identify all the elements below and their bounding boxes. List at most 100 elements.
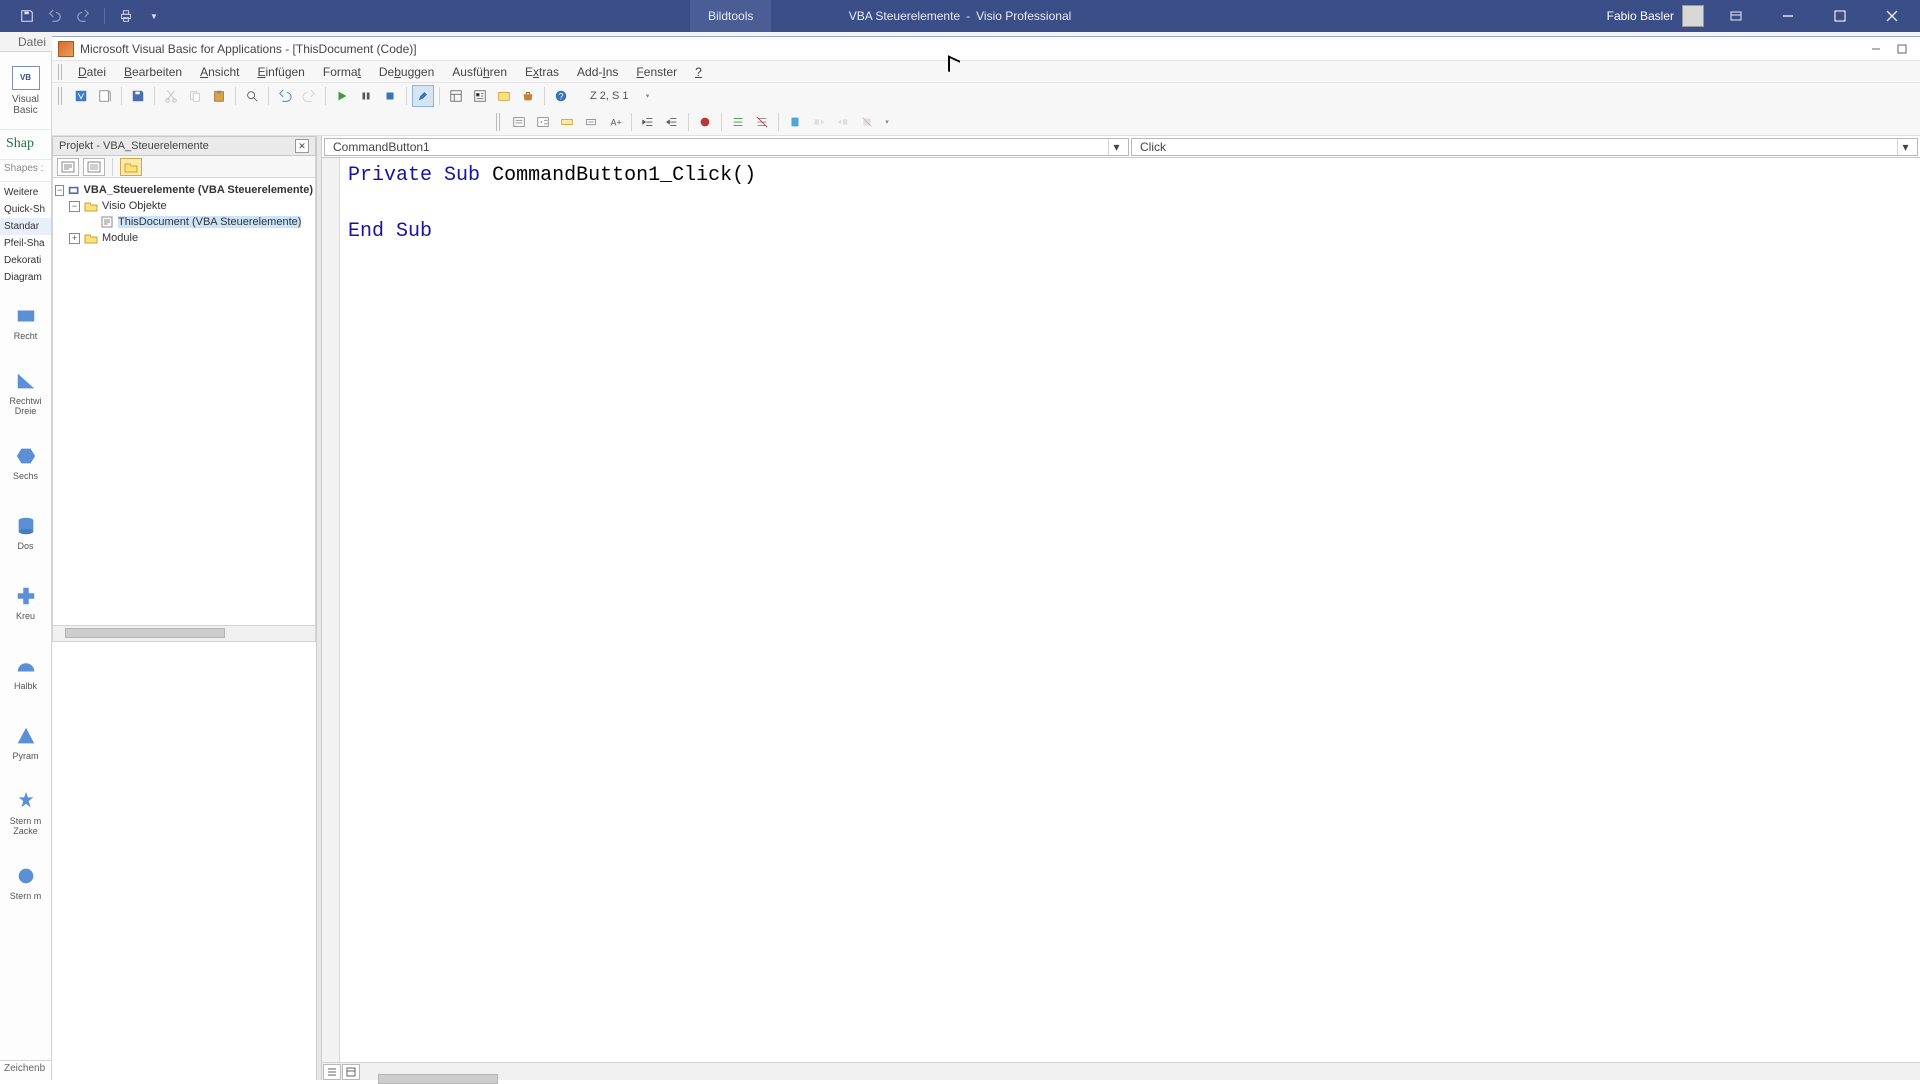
toggle-folders-icon[interactable]: [120, 158, 142, 176]
print-icon[interactable]: [117, 7, 135, 25]
toolbar-overflow[interactable]: [645, 85, 651, 107]
account-button[interactable]: Fabio Basler: [1607, 5, 1704, 27]
shape-rectangle[interactable]: Recht: [0, 288, 51, 358]
qat-customize-icon[interactable]: ▼: [145, 7, 163, 25]
menu-window[interactable]: Fenster: [628, 63, 685, 81]
find-icon[interactable]: [241, 85, 263, 107]
stencil-item[interactable]: Dekorati: [0, 252, 51, 269]
toolbar-grip[interactable]: [496, 113, 502, 131]
close-icon[interactable]: ✕: [295, 139, 309, 153]
list-constants-icon[interactable]: [532, 111, 554, 133]
chevron-down-icon[interactable]: ▾: [1897, 139, 1913, 155]
procedure-dropdown[interactable]: Click ▾: [1131, 138, 1918, 156]
copy-icon[interactable]: [184, 85, 206, 107]
save-icon[interactable]: [18, 7, 36, 25]
toolbar-overflow[interactable]: [884, 111, 890, 133]
cut-icon[interactable]: [160, 85, 182, 107]
project-explorer-icon[interactable]: [445, 85, 467, 107]
menu-insert[interactable]: Einfügen: [249, 63, 312, 81]
reset-icon[interactable]: [379, 85, 401, 107]
comment-block-icon[interactable]: [727, 111, 749, 133]
properties-icon[interactable]: [469, 85, 491, 107]
contextual-tab[interactable]: Bildtools: [690, 0, 771, 32]
redo-icon[interactable]: [74, 7, 92, 25]
menu-format[interactable]: Format: [315, 63, 369, 81]
thisdocument-item[interactable]: ThisDocument (VBA Steuerelemente): [55, 214, 313, 230]
sheet-tab[interactable]: Zeichenb: [0, 1060, 51, 1080]
parameter-info-icon[interactable]: [580, 111, 602, 133]
stencil-item[interactable]: Quick-Sh: [0, 201, 51, 218]
save-icon[interactable]: [127, 85, 149, 107]
menu-tools[interactable]: Extras: [517, 63, 567, 81]
vba-titlebar[interactable]: Microsoft Visual Basic for Applications …: [52, 37, 1920, 61]
toolbar-grip[interactable]: [58, 87, 64, 105]
menubar-grip[interactable]: [58, 64, 64, 80]
list-properties-icon[interactable]: [508, 111, 530, 133]
stencil-item[interactable]: Standar: [0, 218, 51, 235]
outdent-icon[interactable]: [661, 111, 683, 133]
indent-icon[interactable]: [637, 111, 659, 133]
shape-star-points[interactable]: Stern m Zacke: [0, 778, 51, 848]
next-bookmark-icon[interactable]: [808, 111, 830, 133]
paste-icon[interactable]: [208, 85, 230, 107]
vba-minimize-button[interactable]: [1864, 40, 1888, 58]
menu-edit[interactable]: Bearbeiten: [116, 63, 190, 81]
project-tree[interactable]: − VBA_Steuerelemente (VBA Steuerelemente…: [52, 178, 316, 626]
project-explorer-title[interactable]: Projekt - VBA_Steuerelemente ✕: [52, 136, 316, 156]
minimize-button[interactable]: [1768, 0, 1808, 32]
clear-bookmarks-icon[interactable]: [856, 111, 878, 133]
shape-pyramid[interactable]: Pyram: [0, 708, 51, 778]
complete-word-icon[interactable]: A+: [604, 111, 626, 133]
quick-info-icon[interactable]: [556, 111, 578, 133]
code-margin[interactable]: [322, 158, 340, 1062]
menu-view[interactable]: Ansicht: [192, 63, 247, 81]
project-root[interactable]: − VBA_Steuerelemente (VBA Steuerelemente…: [55, 182, 313, 198]
menu-addins[interactable]: Add-Ins: [569, 63, 626, 81]
object-browser-icon[interactable]: [493, 85, 515, 107]
file-tab[interactable]: Datei: [8, 33, 56, 51]
stencil-item[interactable]: Diagram: [0, 269, 51, 286]
view-object-icon[interactable]: [83, 158, 105, 176]
menu-help[interactable]: ?: [687, 63, 710, 81]
shape-can[interactable]: Dos: [0, 498, 51, 568]
shape-star[interactable]: Stern m: [0, 848, 51, 918]
project-hscrollbar[interactable]: [52, 626, 316, 642]
redo-icon[interactable]: [298, 85, 320, 107]
menu-run[interactable]: Ausführen: [444, 63, 515, 81]
menu-debug[interactable]: Debuggen: [371, 63, 442, 81]
view-code-icon[interactable]: [57, 158, 79, 176]
run-icon[interactable]: [331, 85, 353, 107]
design-mode-icon[interactable]: [412, 85, 434, 107]
folder-modules[interactable]: + Module: [55, 230, 313, 246]
procedure-view-icon[interactable]: [323, 1064, 341, 1080]
maximize-button[interactable]: [1820, 0, 1860, 32]
stencil-item[interactable]: Weitere: [0, 184, 51, 201]
close-button[interactable]: [1872, 0, 1912, 32]
shape-halfcircle[interactable]: Halbk: [0, 638, 51, 708]
shape-hexagon[interactable]: Sechs: [0, 428, 51, 498]
visual-basic-button[interactable]: VB Visual Basic: [0, 52, 51, 130]
ribbon-options-icon[interactable]: [1716, 0, 1756, 32]
shape-cross[interactable]: Kreu: [0, 568, 51, 638]
stencil-item[interactable]: Pfeil-Sha: [0, 235, 51, 252]
insert-module-icon[interactable]: [94, 85, 116, 107]
shape-right-triangle[interactable]: Rechtwi Dreie: [0, 358, 51, 428]
shapes-search[interactable]: Shapes :: [0, 160, 51, 182]
toggle-breakpoint-icon[interactable]: [694, 111, 716, 133]
toggle-bookmark-icon[interactable]: [784, 111, 806, 133]
full-module-view-icon[interactable]: [342, 1064, 360, 1080]
view-visio-icon[interactable]: [70, 85, 92, 107]
undo-icon[interactable]: [46, 7, 64, 25]
folder-visio-objects[interactable]: − Visio Objekte: [55, 198, 313, 214]
chevron-down-icon[interactable]: ▾: [1108, 139, 1124, 155]
uncomment-block-icon[interactable]: [751, 111, 773, 133]
code-editor[interactable]: Private Sub CommandButton1_Click() End S…: [322, 158, 1920, 1062]
undo-icon[interactable]: [274, 85, 296, 107]
vba-maximize-button[interactable]: [1890, 40, 1914, 58]
break-icon[interactable]: [355, 85, 377, 107]
prev-bookmark-icon[interactable]: [832, 111, 854, 133]
code-text[interactable]: Private Sub CommandButton1_Click() End S…: [348, 162, 1920, 246]
help-icon[interactable]: ?: [550, 85, 572, 107]
toolbox-icon[interactable]: [517, 85, 539, 107]
object-dropdown[interactable]: CommandButton1 ▾: [324, 138, 1129, 156]
